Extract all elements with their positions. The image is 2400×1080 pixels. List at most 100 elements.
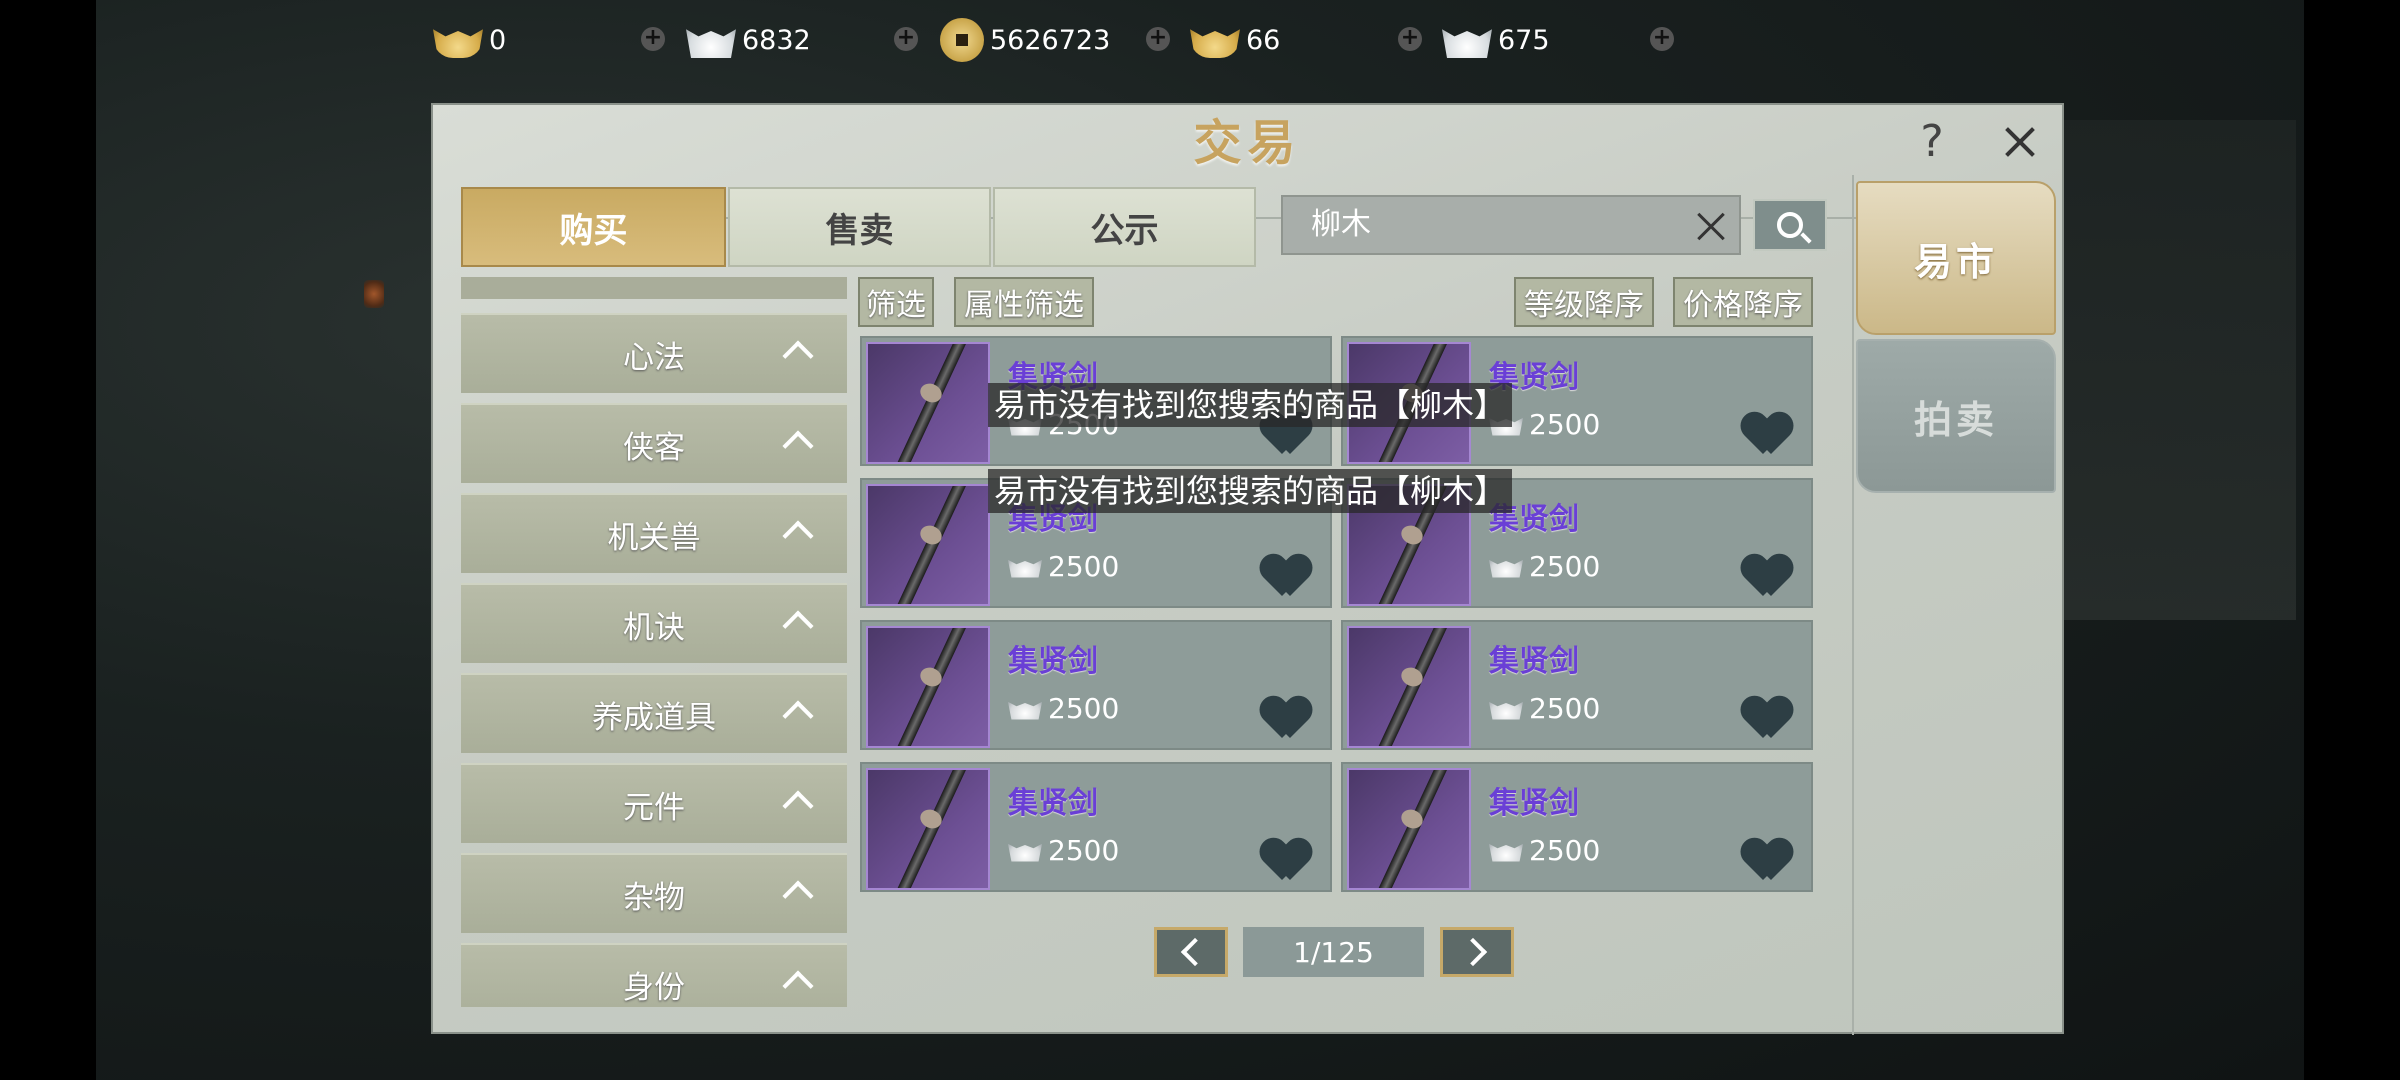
- currency-value: 5626723: [990, 24, 1111, 56]
- gold-ingot-icon: [433, 29, 483, 58]
- category-label: 机诀: [623, 609, 685, 646]
- category-item[interactable]: 杂物: [461, 853, 847, 933]
- category-label: 身份: [623, 969, 685, 1006]
- currency-value: 66: [1246, 24, 1281, 56]
- attribute-filter-button[interactable]: 属性筛选: [954, 277, 1094, 327]
- add-silver-alt-button[interactable]: +: [1650, 27, 1674, 51]
- category-label: 养成道具: [592, 699, 716, 736]
- currency-copper: 5626723: [940, 18, 1110, 62]
- chevron-up-icon: [782, 970, 814, 1002]
- item-price: 2500: [1489, 692, 1600, 725]
- item-price: 2500: [1008, 834, 1119, 867]
- item-name: 集贤剑: [1008, 644, 1098, 679]
- price-value: 2500: [1529, 408, 1601, 441]
- item-price: 2500: [1008, 692, 1119, 725]
- item-thumbnail: [866, 342, 990, 464]
- divider: [1852, 175, 1854, 1035]
- currency-gold-alt: 66: [1190, 18, 1280, 62]
- item-thumbnail: [1347, 768, 1471, 890]
- tab-sell[interactable]: 售卖: [728, 187, 991, 267]
- silver-ingot-icon: [1008, 843, 1042, 862]
- toast-message: 易市没有找到您搜索的商品【柳木】: [988, 469, 1513, 513]
- sword-icon: [1372, 628, 1448, 746]
- heart-icon[interactable]: [1262, 698, 1310, 742]
- add-copper-button[interactable]: +: [1146, 27, 1170, 51]
- sword-icon: [1372, 770, 1448, 888]
- add-silver-button[interactable]: +: [894, 27, 918, 51]
- price-value: 2500: [1048, 550, 1120, 583]
- chevron-up-icon: [782, 610, 814, 642]
- close-icon[interactable]: [1995, 117, 2045, 167]
- add-gold-button[interactable]: +: [641, 27, 665, 51]
- heart-icon[interactable]: [1262, 840, 1310, 884]
- lantern-glow: [364, 280, 384, 308]
- item-thumbnail: [866, 626, 990, 748]
- price-value: 2500: [1529, 692, 1601, 725]
- search-icon: [1777, 212, 1803, 238]
- category-item[interactable]: 侠客: [461, 403, 847, 483]
- category-label: 杂物: [623, 879, 685, 916]
- search-value: 柳木: [1311, 207, 1371, 242]
- heart-icon[interactable]: [1743, 698, 1791, 742]
- heart-icon[interactable]: [1262, 556, 1310, 600]
- category-item[interactable]: 养成道具: [461, 673, 847, 753]
- item-card[interactable]: 集贤剑 2500: [1341, 762, 1813, 892]
- category-item[interactable]: 心法: [461, 313, 847, 393]
- sword-icon: [891, 628, 967, 746]
- sword-icon: [891, 344, 967, 462]
- price-value: 2500: [1529, 834, 1601, 867]
- category-label: 心法: [623, 339, 685, 376]
- item-thumbnail: [1347, 626, 1471, 748]
- tab-public[interactable]: 公示: [993, 187, 1256, 267]
- item-card[interactable]: 集贤剑 2500: [860, 762, 1332, 892]
- side-tab-auction[interactable]: 拍卖: [1856, 339, 2056, 493]
- currency-silver-alt: 675: [1442, 18, 1550, 62]
- category-list[interactable]: 心法 侠客 机关兽 机诀 养成道具 元件 杂物 身份: [461, 277, 847, 1007]
- clear-icon[interactable]: [1693, 209, 1729, 245]
- category-label: 侠客: [623, 429, 685, 466]
- heart-icon[interactable]: [1743, 840, 1791, 884]
- price-value: 2500: [1048, 692, 1120, 725]
- item-thumbnail: [866, 768, 990, 890]
- category-item[interactable]: 元件: [461, 763, 847, 843]
- level-sort-button[interactable]: 等级降序: [1514, 277, 1654, 327]
- silver-ingot-icon: [686, 29, 736, 58]
- silver-ingot-icon: [1489, 559, 1523, 578]
- category-item[interactable]: 机关兽: [461, 493, 847, 573]
- silver-ingot-icon: [1489, 701, 1523, 720]
- tab-buy[interactable]: 购买: [461, 187, 726, 267]
- price-value: 2500: [1529, 550, 1601, 583]
- heart-icon[interactable]: [1743, 414, 1791, 458]
- add-gold-alt-button[interactable]: +: [1398, 27, 1422, 51]
- category-item[interactable]: 身份: [461, 943, 847, 1007]
- chevron-left-icon: [1180, 937, 1210, 967]
- chevron-up-icon: [782, 880, 814, 912]
- sword-icon: [891, 770, 967, 888]
- sword-icon: [891, 486, 967, 604]
- currency-silver: 6832: [686, 18, 811, 62]
- next-page-button[interactable]: [1440, 927, 1514, 977]
- filter-button[interactable]: 筛选: [858, 277, 934, 327]
- prev-page-button[interactable]: [1154, 927, 1228, 977]
- item-name: 集贤剑: [1008, 786, 1098, 821]
- item-card[interactable]: 集贤剑 2500: [860, 620, 1332, 750]
- price-sort-button[interactable]: 价格降序: [1673, 277, 1813, 327]
- category-item[interactable]: 机诀: [461, 583, 847, 663]
- item-card[interactable]: 集贤剑 2500: [1341, 620, 1813, 750]
- side-tab-market[interactable]: 易市: [1856, 181, 2056, 335]
- help-button[interactable]: ?: [1907, 117, 1957, 167]
- category-list-top: [461, 277, 847, 299]
- category-label: 机关兽: [607, 519, 701, 556]
- search-button[interactable]: [1753, 199, 1827, 251]
- panel-title: 交易: [1193, 115, 1302, 171]
- silver-ingot-alt-icon: [1442, 29, 1492, 58]
- search-input[interactable]: 柳木: [1281, 195, 1741, 255]
- item-thumbnail: [866, 484, 990, 606]
- heart-icon[interactable]: [1743, 556, 1791, 600]
- toast-message: 易市没有找到您搜索的商品【柳木】: [988, 383, 1513, 427]
- chevron-up-icon: [782, 790, 814, 822]
- item-price: 2500: [1008, 550, 1119, 583]
- price-value: 2500: [1048, 834, 1120, 867]
- category-label: 元件: [623, 789, 685, 826]
- chevron-up-icon: [782, 700, 814, 732]
